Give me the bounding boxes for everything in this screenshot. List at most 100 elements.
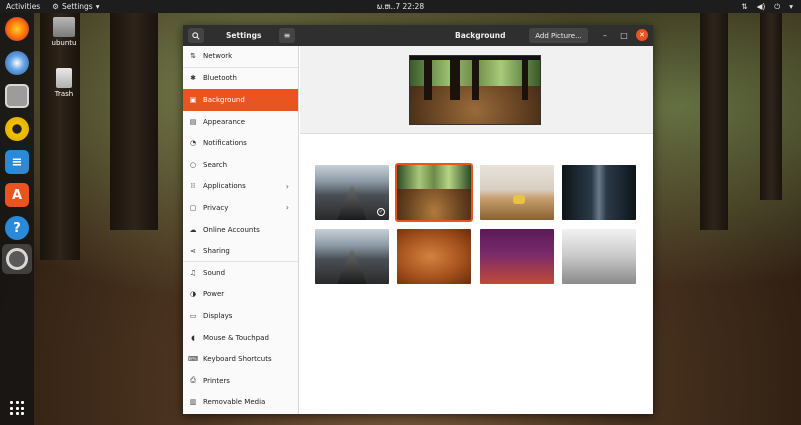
displays-icon: ▭ <box>189 311 197 320</box>
show-applications-icon[interactable] <box>10 401 24 415</box>
dock: ≡ A ? <box>0 13 34 425</box>
sidebar-item-label: Printers <box>203 376 230 385</box>
help-icon[interactable]: ? <box>5 216 29 240</box>
clock[interactable]: ພ.ຫ..7 22:28 <box>377 2 424 11</box>
wallpaper-thumbnail-subway[interactable] <box>562 165 636 220</box>
bluetooth-icon: ✱ <box>190 74 196 83</box>
files-icon[interactable] <box>5 84 29 108</box>
wallpaper-thumbnail-forest[interactable] <box>395 163 473 222</box>
app-menu[interactable]: ⚙ Settings ▾ <box>52 2 99 11</box>
close-button[interactable]: ✕ <box>636 29 648 41</box>
sidebar-item-search[interactable]: ○ Search <box>183 154 298 176</box>
sidebar-item-printers[interactable]: ⎙ Printers <box>183 370 298 392</box>
preview-tree <box>472 60 479 100</box>
sidebar-item-power[interactable]: ◑ Power <box>183 284 298 306</box>
sidebar-item-label: Mouse & Touchpad <box>203 333 269 342</box>
wallpaper-thumbnail-purple[interactable] <box>480 229 554 284</box>
minimize-button[interactable]: – <box>599 29 611 41</box>
sidebar-item-label: Online Accounts <box>203 225 260 234</box>
sidebar-item-privacy[interactable]: ▢ Privacy › <box>183 197 298 219</box>
wallpaper-thumbnail-cafe[interactable] <box>480 165 554 220</box>
wallpaper-thumbnail-bridge-2[interactable] <box>315 229 389 284</box>
sidebar-item-sound[interactable]: ♫ Sound <box>183 262 298 284</box>
sidebar-item-displays[interactable]: ▭ Displays <box>183 305 298 327</box>
printer-icon: ⎙ <box>190 376 196 385</box>
desktop-home-folder[interactable]: ubuntu <box>44 17 84 47</box>
sidebar-item-label: Keyboard Shortcuts <box>203 355 272 364</box>
sidebar-item-keyboard-shortcuts[interactable]: ⌨ Keyboard Shortcuts <box>183 348 298 370</box>
sidebar-item-mouse-touchpad[interactable]: ◖ Mouse & Touchpad <box>183 327 298 349</box>
sidebar-item-label: Displays <box>203 311 233 320</box>
sidebar-item-sharing[interactable]: ⋖ Sharing <box>183 240 298 262</box>
sidebar-item-label: Search <box>203 160 228 169</box>
wallpaper-thumbnail-bridge[interactable]: ✓ <box>315 165 389 220</box>
notifications-icon: ◔ <box>189 139 197 148</box>
volume-icon: ◀) <box>756 2 766 11</box>
sidebar-item-online-accounts[interactable]: ☁ Online Accounts <box>183 219 298 241</box>
wallpaper-thumbnail-orange[interactable] <box>397 229 471 284</box>
wallpaper-tree <box>110 0 158 230</box>
sidebar-item-label: Background <box>203 95 245 104</box>
privacy-icon: ▢ <box>189 203 197 212</box>
sidebar-item-label: Sound <box>203 268 226 277</box>
trash-icon <box>56 68 72 88</box>
desktop-trash-label: Trash <box>54 90 74 98</box>
software-icon[interactable]: A <box>5 183 29 207</box>
power-icon: ⏻ <box>774 1 781 11</box>
sidebar-item-label: Power <box>203 290 225 299</box>
search-button[interactable] <box>188 28 204 43</box>
desktop-trash[interactable]: Trash <box>44 68 84 98</box>
checkmark-icon: ✓ <box>377 208 385 216</box>
background-panel: ✓ <box>300 46 653 414</box>
writer-icon[interactable]: ≡ <box>5 150 29 174</box>
power-icon: ◑ <box>189 290 197 299</box>
activities-button[interactable]: Activities <box>6 2 40 11</box>
sidebar-item-label: Notifications <box>203 139 247 148</box>
thumbnail-sky <box>397 165 471 189</box>
gear-icon: ⚙ <box>52 2 59 11</box>
rhythmbox-icon[interactable] <box>5 117 29 141</box>
sidebar-item-appearance[interactable]: ▤ Appearance <box>183 111 298 133</box>
mouse-icon: ◖ <box>191 333 195 342</box>
sharing-icon: ⋖ <box>190 246 196 255</box>
sidebar-item-applications[interactable]: ⁞⁞ Applications › <box>183 176 298 198</box>
sidebar-item-label: Privacy <box>203 203 229 212</box>
preview-tree <box>522 60 528 100</box>
sidebar-title: Settings <box>226 31 262 40</box>
applications-icon: ⁞⁞ <box>190 182 196 191</box>
system-tray[interactable]: ⇅ ◀) ⏻ ▾ <box>741 2 793 12</box>
network-icon: ⇅ <box>190 52 196 61</box>
sidebar-item-network[interactable]: ⇅ Network <box>183 46 298 68</box>
sidebar-item-label: Appearance <box>203 117 246 126</box>
removable-media-icon: ▥ <box>189 398 197 407</box>
header-bar: Settings ≡ Background Add Picture... – □… <box>183 25 653 46</box>
settings-window: Settings ≡ Background Add Picture... – □… <box>183 25 653 414</box>
sidebar-item-background[interactable]: ▣ Background <box>183 89 298 111</box>
add-picture-button[interactable]: Add Picture... <box>529 28 588 43</box>
caret-down-icon: ▾ <box>789 2 793 11</box>
sidebar-item-notifications[interactable]: ◔ Notifications <box>183 132 298 154</box>
sidebar-item-bluetooth[interactable]: ✱ Bluetooth <box>183 68 298 90</box>
firefox-icon[interactable] <box>5 17 29 41</box>
sidebar-item-label: Bluetooth <box>203 74 237 83</box>
sound-icon: ♫ <box>189 268 197 277</box>
chevron-right-icon: › <box>285 203 289 213</box>
main-menu-button[interactable]: ≡ <box>279 28 295 43</box>
background-icon: ▣ <box>189 95 197 104</box>
sidebar: ⇅ Network ✱ Bluetooth ▣ Background ▤ App… <box>183 46 299 414</box>
maximize-button[interactable]: □ <box>618 29 630 41</box>
desktop-home-label: ubuntu <box>51 39 77 47</box>
sidebar-item-label: Applications <box>203 182 246 191</box>
sidebar-item-label: Sharing <box>203 246 230 255</box>
page-title: Background <box>455 31 506 40</box>
sidebar-item-removable-media[interactable]: ▥ Removable Media <box>183 392 298 414</box>
appearance-icon: ▤ <box>189 117 197 126</box>
wallpaper-tree <box>760 0 782 200</box>
search-icon: ○ <box>189 160 197 169</box>
network-wired-icon: ⇅ <box>741 2 748 11</box>
thunderbird-icon[interactable] <box>5 51 29 75</box>
wallpaper-thumbnail-gray[interactable] <box>562 229 636 284</box>
settings-icon[interactable] <box>2 244 32 274</box>
preview-tree <box>424 60 432 100</box>
sidebar-item-label: Removable Media <box>203 398 266 407</box>
